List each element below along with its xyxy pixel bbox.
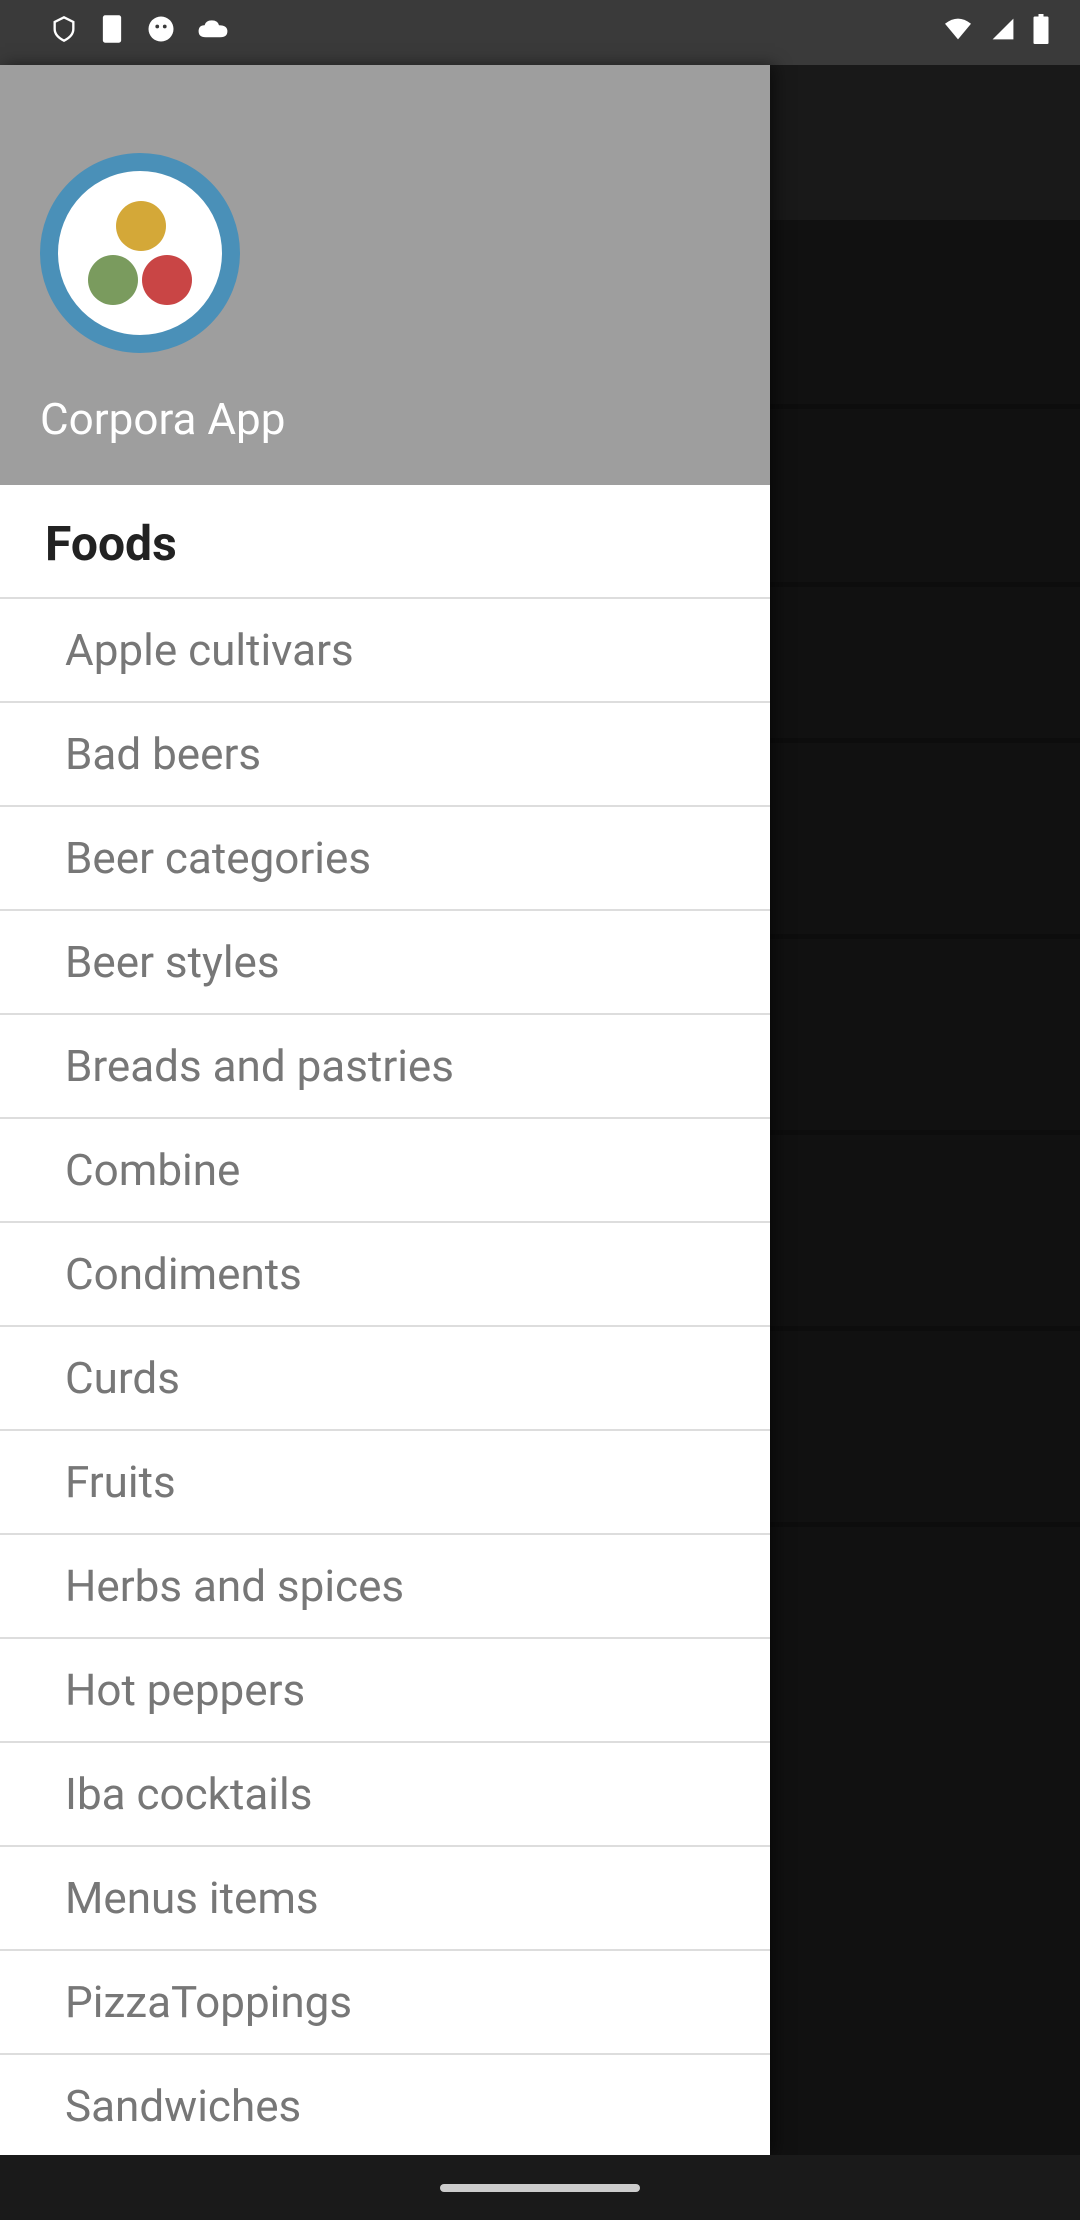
home-gesture-pill[interactable] [440, 2184, 640, 2192]
drawer-item-combine[interactable]: Combine [0, 1119, 770, 1223]
drawer-item-curds[interactable]: Curds [0, 1327, 770, 1431]
app-title: Corpora App [40, 393, 730, 445]
drawer-section-foods[interactable]: Foods [0, 485, 770, 599]
logo-dot-green [88, 255, 138, 305]
logo-dot-yellow [116, 201, 166, 251]
drawer-item-apple-cultivars[interactable]: Apple cultivars [0, 599, 770, 703]
drawer-item-condiments[interactable]: Condiments [0, 1223, 770, 1327]
drawer-item-fruits[interactable]: Fruits [0, 1431, 770, 1535]
cloud-icon [196, 16, 230, 49]
navigation-drawer: Corpora App Foods Apple cultivars Bad be… [0, 65, 770, 2155]
drawer-item-beer-categories[interactable]: Beer categories [0, 807, 770, 911]
face-icon [146, 14, 176, 51]
status-bar-left [30, 13, 230, 52]
status-bar [0, 0, 1080, 65]
drawer-header: Corpora App [0, 65, 770, 485]
status-bar-right [942, 14, 1050, 51]
drawer-item-menus-items[interactable]: Menus items [0, 1847, 770, 1951]
battery-icon [1032, 14, 1050, 51]
wifi-icon [942, 16, 974, 49]
signal-icon [989, 16, 1017, 49]
drawer-item-sandwiches[interactable]: Sandwiches [0, 2055, 770, 2155]
drawer-item-breads-and-pastries[interactable]: Breads and pastries [0, 1015, 770, 1119]
drawer-item-herbs-and-spices[interactable]: Herbs and spices [0, 1535, 770, 1639]
drawer-item-beer-styles[interactable]: Beer styles [0, 911, 770, 1015]
drawer-item-bad-beers[interactable]: Bad beers [0, 703, 770, 807]
drawer-list[interactable]: Foods Apple cultivars Bad beers Beer cat… [0, 485, 770, 2155]
drawer-item-iba-cocktails[interactable]: Iba cocktails [0, 1743, 770, 1847]
logo-dot-red [142, 255, 192, 305]
shield-icon [50, 15, 78, 50]
drawer-item-pizza-toppings[interactable]: PizzaToppings [0, 1951, 770, 2055]
app-logo-icon [40, 153, 240, 353]
navigation-bar [0, 2155, 1080, 2220]
sim-icon [98, 13, 126, 52]
drawer-item-hot-peppers[interactable]: Hot peppers [0, 1639, 770, 1743]
